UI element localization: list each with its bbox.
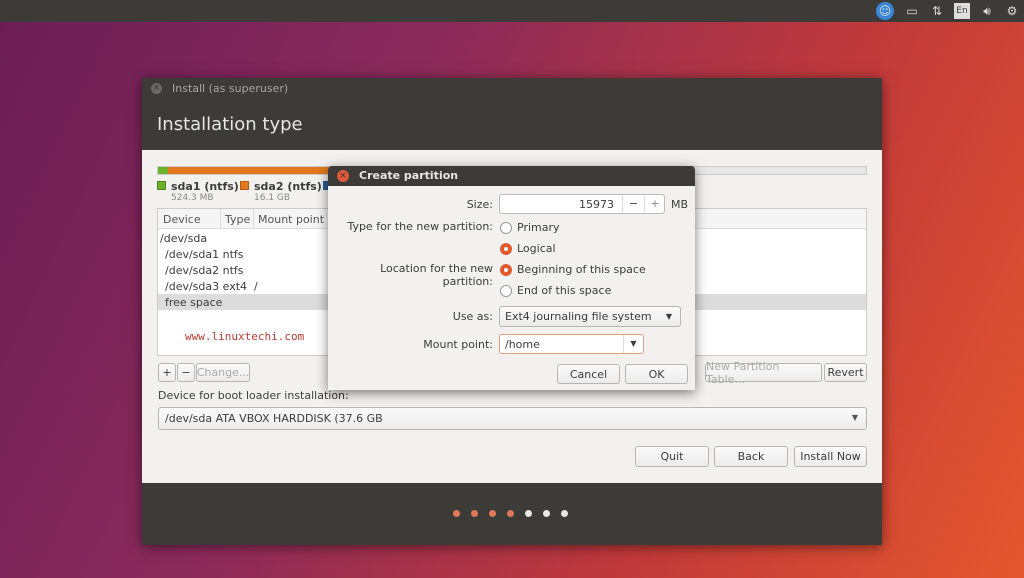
column-device[interactable]: Device — [163, 213, 201, 226]
radio-beginning[interactable] — [500, 264, 512, 276]
column-type[interactable]: Type — [225, 213, 250, 226]
type-cell: ntfs — [222, 248, 244, 261]
volume-icon[interactable]: 🔊︎ — [978, 3, 996, 19]
revert-button[interactable]: Revert — [824, 363, 867, 382]
close-icon[interactable]: × — [151, 83, 162, 94]
device-cell: /dev/sda1 — [165, 248, 220, 261]
bootloader-value: /dev/sda ATA VBOX HARDDISK (37.6 GB — [165, 412, 383, 425]
legend-label-sda1: sda1 (ntfs) — [171, 180, 239, 193]
cancel-button[interactable]: Cancel — [557, 364, 620, 384]
legend-swatch-sda1 — [157, 181, 166, 190]
table-row[interactable]: /dev/sda — [160, 232, 207, 245]
type-cell: ntfs — [222, 264, 244, 277]
table-row[interactable]: /dev/sda1 ntfs — [165, 248, 244, 261]
chevron-down-icon[interactable]: ▼ — [623, 335, 643, 353]
radio-end[interactable] — [500, 285, 512, 297]
quit-button[interactable]: Quit — [635, 446, 709, 467]
use-as-value: Ext4 journaling file system — [505, 310, 652, 323]
column-mount-point[interactable]: Mount point — [258, 213, 324, 226]
chevron-down-icon: ▼ — [665, 312, 672, 321]
radio-logical[interactable] — [500, 243, 512, 255]
type-label: Type for the new partition: — [347, 220, 493, 233]
dialog-title: Create partition — [359, 169, 459, 182]
partition-segment-sda1 — [158, 167, 168, 174]
keyboard-layout-icon[interactable]: En — [954, 3, 970, 19]
page-title: Installation type — [157, 114, 303, 135]
back-button[interactable]: Back — [714, 446, 788, 467]
network-icon[interactable]: ⇅ — [928, 3, 946, 19]
install-now-button[interactable]: Install Now — [794, 446, 867, 467]
device-cell: free space — [165, 296, 223, 309]
change-partition-button[interactable]: Change... — [196, 363, 250, 382]
radio-end-label: End of this space — [517, 284, 612, 297]
size-spinbox[interactable]: 15973 − + — [499, 194, 665, 214]
remove-partition-button[interactable]: − — [177, 363, 195, 382]
accessibility-icon[interactable]: ☺ — [876, 2, 894, 20]
table-row[interactable]: /dev/sda2 ntfs — [165, 264, 244, 277]
use-as-select[interactable]: Ext4 journaling file system ▼ — [499, 306, 681, 327]
window-title: Install (as superuser) — [172, 82, 289, 95]
device-cell: /dev/sda2 — [165, 264, 220, 277]
progress-dot — [561, 510, 568, 517]
type-cell: ext4 — [222, 280, 248, 293]
use-as-label: Use as: — [452, 310, 493, 323]
progress-dot — [543, 510, 550, 517]
radio-primary[interactable] — [500, 222, 512, 234]
progress-dot — [489, 510, 496, 517]
bootloader-label: Device for boot loader installation: — [158, 389, 349, 402]
radio-logical-label: Logical — [517, 242, 556, 255]
progress-dot — [453, 510, 460, 517]
new-partition-table-button[interactable]: New Partition Table... — [705, 360, 822, 386]
watermark: www.linuxtechi.com — [185, 330, 305, 343]
ok-button[interactable]: OK — [625, 364, 688, 384]
size-label: Size: — [466, 198, 493, 211]
chevron-down-icon: ▼ — [851, 413, 858, 422]
progress-dot — [471, 510, 478, 517]
dialog-header: × Create partition — [328, 166, 695, 186]
legend-size-sda1: 524.3 MB — [171, 193, 214, 203]
progress-dot — [525, 510, 532, 517]
battery-icon[interactable]: ▭ — [902, 3, 922, 19]
size-increment-button[interactable]: + — [644, 195, 665, 213]
progress-dot — [507, 510, 514, 517]
legend-size-sda2: 16.1 GB — [254, 193, 291, 203]
add-partition-button[interactable]: + — [158, 363, 176, 382]
window-header: × Install (as superuser) Installation ty… — [142, 78, 882, 150]
device-cell: /dev/sda3 — [165, 280, 220, 293]
size-input[interactable]: 15973 — [579, 198, 614, 211]
create-partition-dialog: × Create partition Size: 15973 − + MB Ty… — [328, 166, 695, 390]
mount-point-label: Mount point: — [423, 338, 493, 351]
legend-label-sda2: sda2 (ntfs) — [254, 180, 322, 193]
size-unit: MB — [671, 198, 689, 211]
mount-cell: / — [254, 280, 258, 293]
table-row[interactable]: /dev/sda3 ext4 / — [165, 280, 258, 293]
mount-point-combo[interactable]: /home ▼ — [499, 334, 644, 354]
radio-beginning-label: Beginning of this space — [517, 263, 646, 276]
settings-gear-icon[interactable]: ⚙ — [1004, 3, 1020, 19]
close-icon[interactable]: × — [337, 170, 349, 182]
top-panel: ☺ ▭ ⇅ En 🔊︎ ⚙ — [0, 0, 1024, 22]
size-decrement-button[interactable]: − — [622, 195, 644, 213]
location-label: Location for the new partition: — [380, 262, 493, 288]
device-cell: /dev/sda — [160, 232, 208, 245]
mount-point-input[interactable]: /home — [505, 338, 540, 351]
legend-swatch-sda2 — [240, 181, 249, 190]
bootloader-device-select[interactable]: /dev/sda ATA VBOX HARDDISK (37.6 GB ▼ — [158, 407, 867, 430]
radio-primary-label: Primary — [517, 221, 560, 234]
